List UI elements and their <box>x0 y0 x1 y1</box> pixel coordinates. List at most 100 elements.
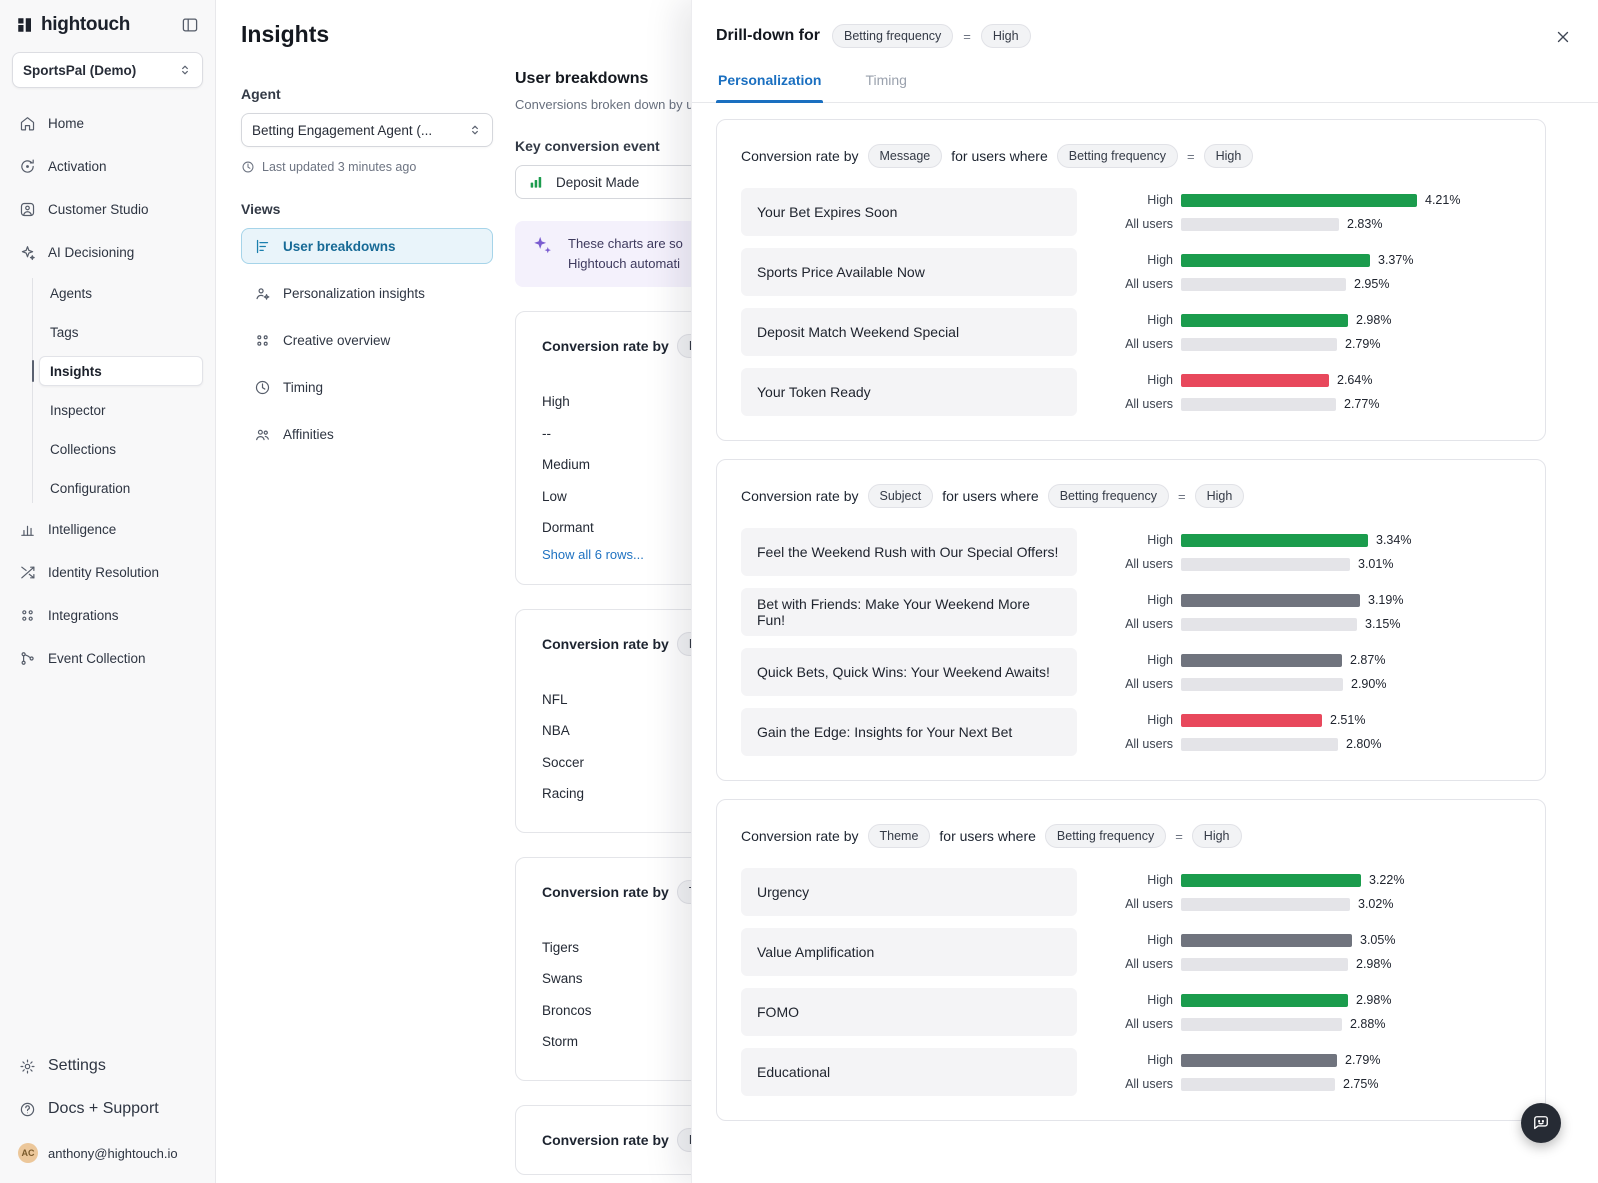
sidebar-item-agents[interactable]: Agents <box>39 278 203 308</box>
all-users-bar-label: All users <box>1101 957 1173 971</box>
dimension-pill[interactable]: Message <box>868 144 943 168</box>
sidebar-item-label: AI Decisioning <box>48 245 134 260</box>
sidebar-item-insights[interactable]: Insights <box>39 356 203 386</box>
breakdown-row: Gain the Edge: Insights for Your Next Be… <box>741 708 1521 756</box>
workspace-name: SportsPal (Demo) <box>23 63 136 78</box>
personalization-insights-icon <box>253 284 271 302</box>
filter-value-pill[interactable]: High <box>1195 484 1245 508</box>
drilldown-card-theme: Conversion rate by Theme for users where… <box>716 799 1546 1121</box>
sidebar-item-activation[interactable]: Activation <box>8 149 207 183</box>
drawer-header: Drill-down for Betting frequency = High <box>692 0 1598 64</box>
high-bar-label: High <box>1101 993 1173 1007</box>
sidebar-item-integrations[interactable]: Integrations <box>8 598 207 632</box>
chevron-updown-icon <box>178 63 192 77</box>
high-bar-line: High 2.87% <box>1101 651 1521 669</box>
high-bar <box>1181 254 1370 267</box>
last-updated-text: Last updated 3 minutes ago <box>262 160 416 174</box>
agent-select[interactable]: Betting Engagement Agent (... <box>241 113 493 147</box>
all-users-bar-label: All users <box>1101 397 1173 411</box>
high-bar-line: High 2.98% <box>1101 311 1521 329</box>
filter-value-pill[interactable]: High <box>981 24 1031 48</box>
view-item-label: Personalization insights <box>283 286 425 301</box>
high-bar-value: 3.37% <box>1378 253 1413 267</box>
equals-sign: = <box>1187 149 1195 164</box>
all-users-bar-line: All users 2.98% <box>1101 955 1521 973</box>
high-bar-label: High <box>1101 313 1173 327</box>
view-item-affinities[interactable]: Affinities <box>241 416 493 452</box>
timing-icon <box>253 378 271 396</box>
card-title-text: for users where <box>939 828 1035 844</box>
high-bar <box>1181 1054 1337 1067</box>
sidebar-item-collections[interactable]: Collections <box>39 434 203 464</box>
sidebar-item-intelligence[interactable]: Intelligence <box>8 512 207 546</box>
row-bars: High 2.64% All users 2.77% <box>1101 371 1521 413</box>
high-bar-label: High <box>1101 253 1173 267</box>
sidebar-header: hightouch <box>0 0 215 46</box>
all-users-bar-line: All users 2.80% <box>1101 735 1521 753</box>
creative-overview-icon <box>253 331 271 349</box>
filter-pill[interactable]: Betting frequency <box>1048 484 1169 508</box>
sidebar-item-ai-decisioning[interactable]: AI Decisioning <box>8 235 207 269</box>
high-bar-line: High 3.19% <box>1101 591 1521 609</box>
sidebar-item-label: Insights <box>50 364 102 379</box>
dimension-pill[interactable]: Subject <box>868 484 934 508</box>
card-rows: Your Bet Expires Soon High 4.21% All use… <box>741 188 1521 416</box>
dimension-pill[interactable]: Theme <box>868 824 931 848</box>
sidebar-item-tags[interactable]: Tags <box>39 317 203 347</box>
all-users-bar-line: All users 3.15% <box>1101 615 1521 633</box>
sidebar-item-event-collection[interactable]: Event Collection <box>8 641 207 675</box>
sidebar-item-label: Docs + Support <box>48 1100 159 1118</box>
all-users-bar <box>1181 678 1343 691</box>
card-rows: Urgency High 3.22% All users 3.02% <box>741 868 1521 1096</box>
intelligence-icon <box>18 520 36 538</box>
high-bar-value: 3.19% <box>1368 593 1403 607</box>
filter-pill[interactable]: Betting frequency <box>1057 144 1178 168</box>
support-chat-button[interactable] <box>1521 1103 1561 1143</box>
all-users-bar <box>1181 558 1350 571</box>
close-icon[interactable] <box>1554 28 1572 46</box>
sidebar-item-configuration[interactable]: Configuration <box>39 473 203 503</box>
view-item-personalization-insights[interactable]: Personalization insights <box>241 275 493 311</box>
filter-value-pill[interactable]: High <box>1204 144 1254 168</box>
sidebar-item-docs-support[interactable]: Docs + Support <box>8 1092 207 1126</box>
sidebar-item-home[interactable]: Home <box>8 106 207 140</box>
all-users-bar-line: All users 2.90% <box>1101 675 1521 693</box>
integrations-icon <box>18 606 36 624</box>
sidebar-item-settings[interactable]: Settings <box>8 1049 207 1083</box>
sidebar-item-customer-studio[interactable]: Customer Studio <box>8 192 207 226</box>
view-item-creative-overview[interactable]: Creative overview <box>241 322 493 358</box>
tab-personalization[interactable]: Personalization <box>716 64 823 102</box>
high-bar <box>1181 874 1361 887</box>
tab-timing[interactable]: Timing <box>863 64 909 102</box>
view-item-user-breakdowns[interactable]: User breakdowns <box>241 228 493 264</box>
high-bar-line: High 4.21% <box>1101 191 1521 209</box>
agent-panel: Agent Betting Engagement Agent (... Last… <box>241 86 493 452</box>
card-title: Conversion rate by Message for users whe… <box>741 144 1521 168</box>
chevron-updown-icon <box>468 123 482 137</box>
high-bar-label: High <box>1101 653 1173 667</box>
breakdown-row: Value Amplification High 3.05% All users… <box>741 928 1521 976</box>
avatar: AC <box>18 1143 38 1163</box>
sidebar-item-inspector[interactable]: Inspector <box>39 395 203 425</box>
all-users-bar-label: All users <box>1101 737 1173 751</box>
sidebar-item-label: Activation <box>48 159 107 174</box>
all-users-bar-value: 3.15% <box>1365 617 1400 631</box>
workspace-selector[interactable]: SportsPal (Demo) <box>12 52 203 88</box>
filter-pill[interactable]: Betting frequency <box>832 24 953 48</box>
logo-text: hightouch <box>41 14 130 36</box>
equals-sign: = <box>963 29 971 44</box>
view-item-timing[interactable]: Timing <box>241 369 493 405</box>
filter-pill[interactable]: Betting frequency <box>1045 824 1166 848</box>
sparkles-icon <box>531 234 553 256</box>
all-users-bar-line: All users 2.83% <box>1101 215 1521 233</box>
breakdown-row: Deposit Match Weekend Special High 2.98%… <box>741 308 1521 356</box>
high-bar-line: High 3.05% <box>1101 931 1521 949</box>
high-bar-line: High 3.37% <box>1101 251 1521 269</box>
all-users-bar <box>1181 1018 1342 1031</box>
collapse-sidebar-icon[interactable] <box>181 16 199 34</box>
filter-value-pill[interactable]: High <box>1192 824 1242 848</box>
account-menu[interactable]: AC anthony@hightouch.io <box>8 1135 207 1171</box>
high-bar-value: 2.51% <box>1330 713 1365 727</box>
all-users-bar-label: All users <box>1101 217 1173 231</box>
sidebar-item-identity-resolution[interactable]: Identity Resolution <box>8 555 207 589</box>
